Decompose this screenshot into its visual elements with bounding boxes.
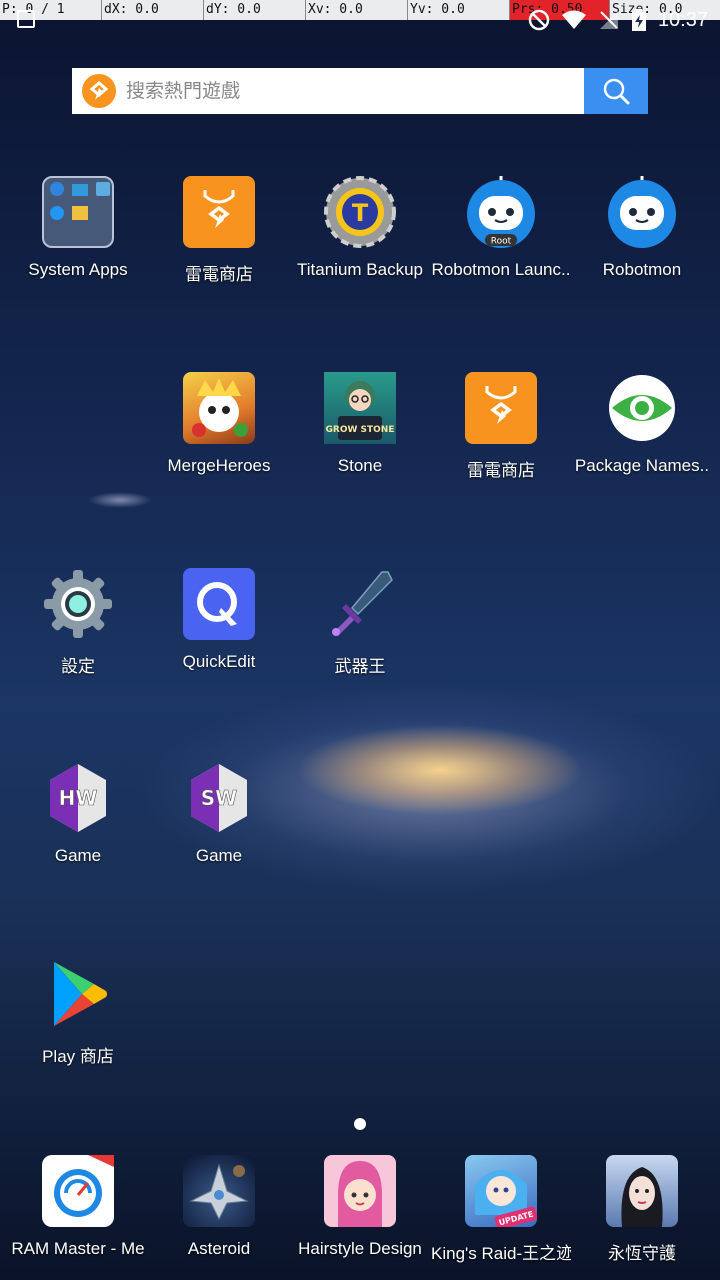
hw-text: HW (59, 786, 98, 810)
app-label: Game (195, 846, 243, 865)
hairstyle-icon (324, 1155, 396, 1227)
page-indicator-dot (354, 1118, 366, 1130)
app-robotmon-launcher[interactable]: Root Robotmon Launc.. (431, 176, 571, 280)
app-label: Package Names.. (574, 456, 710, 475)
app-system-apps-folder[interactable]: System Apps (8, 176, 148, 280)
quickedit-icon (183, 568, 255, 640)
app-label: King's Raid-王之迹 (431, 1244, 571, 1263)
search-button[interactable] (584, 68, 648, 114)
play-store-icon (42, 958, 114, 1030)
sword-icon (324, 568, 396, 640)
app-mergeheroes[interactable]: MergeHeroes (149, 372, 289, 476)
app-label: 設定 (61, 657, 95, 676)
app-label: System Apps (28, 260, 128, 279)
dock-hairstyle-design[interactable]: Hairstyle Design (290, 1155, 430, 1259)
robotmon-root-icon: Root (465, 176, 537, 248)
delta-y: dY: 0.0 (204, 0, 306, 20)
app-game-sw[interactable]: SW Game (149, 762, 289, 866)
app-ldstore[interactable]: 雷電商店 (149, 176, 289, 285)
app-label: Hairstyle Design (298, 1239, 422, 1258)
app-robotmon[interactable]: Robotmon (572, 176, 712, 280)
app-titanium-backup[interactable]: T Titanium Backup (290, 176, 430, 280)
search-bar[interactable] (72, 68, 648, 114)
app-stone[interactable]: GROW STONE Stone (290, 372, 430, 476)
app-label: Game (54, 846, 102, 865)
game-sw-icon: SW (183, 762, 255, 834)
eye-icon (606, 372, 678, 444)
app-play-store[interactable]: Play 商店 (8, 958, 148, 1067)
no-signal-icon (599, 11, 618, 29)
settings-gear-icon (42, 568, 114, 640)
velocity-y: Yv: 0.0 (408, 0, 510, 20)
wifi-icon (561, 10, 586, 29)
app-quickedit[interactable]: QuickEdit (149, 568, 289, 672)
dock-asteroid[interactable]: Asteroid (149, 1155, 289, 1259)
eternal-guard-icon (606, 1155, 678, 1227)
dock-ram-master[interactable]: RAM Master - Me (8, 1155, 148, 1259)
app-label: Asteroid (187, 1239, 251, 1258)
pointer-count: P: 0 / 1 (0, 0, 102, 20)
app-label: 雷電商店 (185, 265, 253, 284)
asteroid-icon (183, 1155, 255, 1227)
titanium-letter: T (352, 199, 369, 227)
search-input[interactable] (124, 68, 584, 114)
search-icon (603, 78, 630, 105)
app-game-hw[interactable]: HW Game (8, 762, 148, 866)
grow-stone-icon: GROW STONE (324, 372, 396, 444)
ldplayer-logo-icon (82, 74, 116, 108)
app-label: Stone (337, 456, 383, 475)
clock: 10:37 (657, 8, 708, 31)
app-weapon-king[interactable]: 武器王 (290, 568, 430, 677)
status-bar-right: 10:37 (528, 0, 708, 40)
dock-eternal-guard[interactable]: 永恆守護 (572, 1155, 712, 1264)
grow-stone-text: GROW STONE (326, 425, 395, 435)
folder-icon (42, 176, 114, 248)
app-label: MergeHeroes (167, 456, 271, 475)
app-settings[interactable]: 設定 (8, 568, 148, 677)
app-label: 永恆守護 (608, 1244, 676, 1263)
titanium-gear-icon: T (324, 176, 396, 248)
image-notification-icon (17, 10, 35, 28)
app-label: QuickEdit (182, 652, 256, 671)
ldstore-icon (183, 176, 255, 248)
app-label: Play 商店 (42, 1047, 114, 1066)
app-label: RAM Master - Me (11, 1239, 145, 1258)
do-not-disturb-icon (528, 9, 550, 31)
app-ldstore-2[interactable]: 雷電商店 (431, 372, 571, 481)
sw-text: SW (201, 786, 237, 810)
app-label: Titanium Backup (297, 260, 423, 279)
mergeheroes-icon (183, 372, 255, 444)
delta-x: dX: 0.0 (102, 0, 204, 20)
app-label: Robotmon (602, 260, 682, 279)
dock-kings-raid[interactable]: UPDATE King's Raid-王之迹 (431, 1155, 571, 1264)
kings-raid-icon: UPDATE (465, 1155, 537, 1227)
app-package-names[interactable]: Package Names.. (572, 372, 712, 476)
battery-charging-icon (631, 9, 646, 31)
ram-master-icon (42, 1155, 114, 1227)
app-label: Robotmon Launc.. (431, 260, 571, 279)
ldstore-icon (465, 372, 537, 444)
robotmon-icon (606, 176, 678, 248)
velocity-x: Xv: 0.0 (306, 0, 408, 20)
game-hw-icon: HW (42, 762, 114, 834)
app-label: 武器王 (334, 657, 386, 676)
app-label: 雷電商店 (467, 461, 535, 480)
root-badge: Root (491, 237, 512, 247)
